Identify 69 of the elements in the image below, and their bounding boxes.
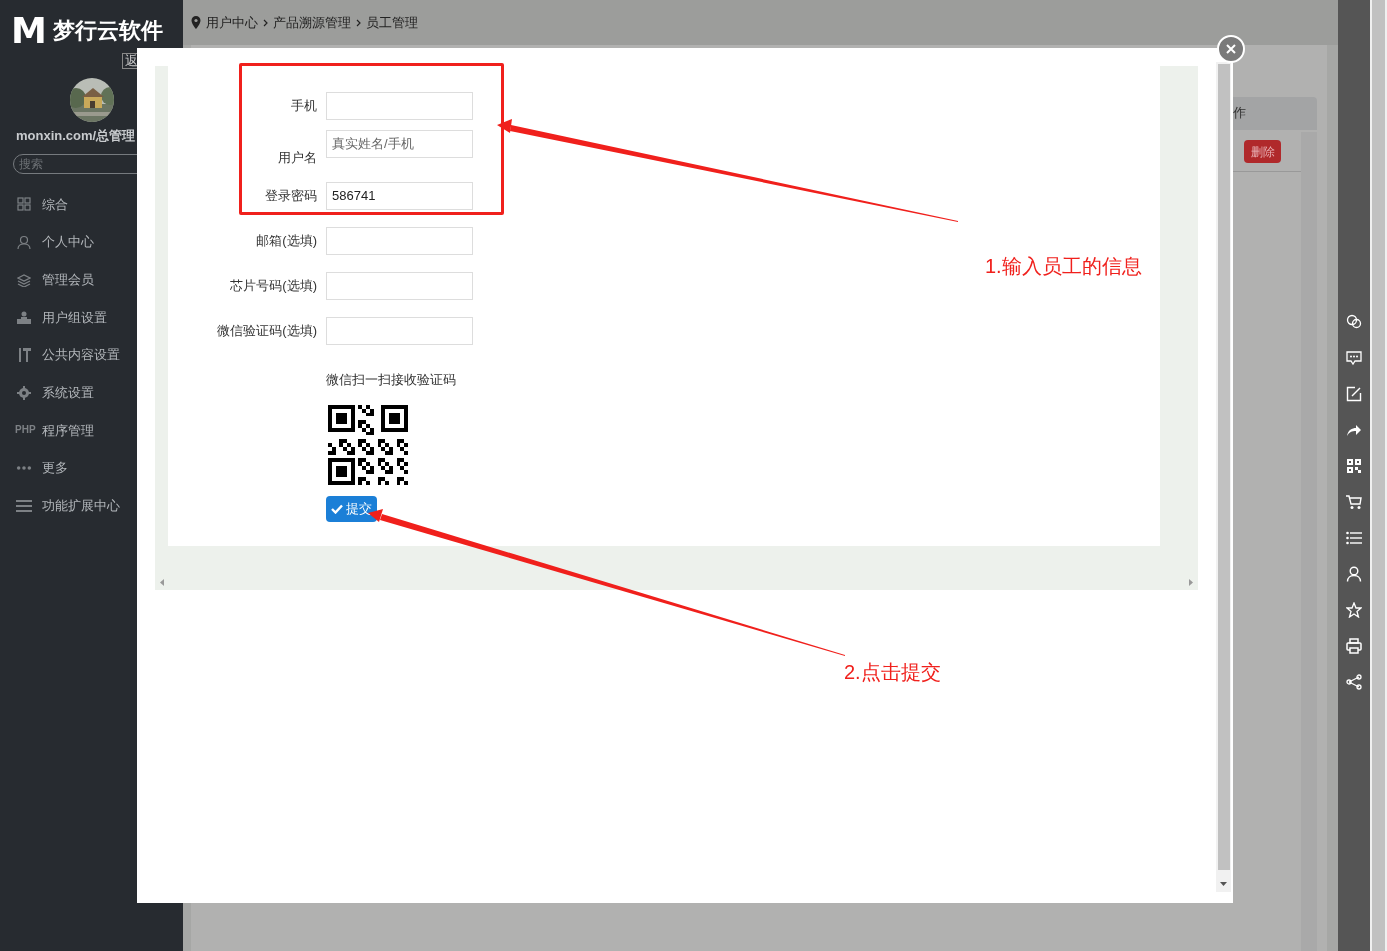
sidebar-label: 综合 <box>42 195 68 214</box>
scrollbar-thumb[interactable] <box>1217 64 1230 870</box>
input-field[interactable] <box>326 271 473 300</box>
layers-icon <box>17 272 31 287</box>
sidebar-item[interactable]: 管理会员 <box>0 260 183 299</box>
gear-icon <box>17 385 31 400</box>
sidebar-item[interactable]: 更多 <box>0 449 183 487</box>
edit-icon[interactable] <box>1346 386 1362 402</box>
grid-icon <box>17 197 31 212</box>
sidebar-label: 更多 <box>42 459 68 478</box>
input-field[interactable] <box>326 91 473 120</box>
sidebar-label: 系统设置 <box>42 384 94 403</box>
input-field[interactable]: 真实姓名/手机 <box>326 129 473 158</box>
cart-icon[interactable] <box>1346 494 1362 510</box>
location-pin-icon <box>191 16 201 29</box>
sidebar-item[interactable]: 系统设置 <box>0 373 183 412</box>
column-header: 作 <box>1233 104 1246 122</box>
user-name: monxin.com/总管理 <box>16 127 137 145</box>
check-icon <box>331 503 343 514</box>
input-field[interactable] <box>326 316 473 345</box>
chevron-icon <box>263 18 268 27</box>
right-arrow-icon <box>1189 579 1193 586</box>
chat-icon[interactable] <box>1346 314 1362 330</box>
brand-name: 梦行云软件 <box>52 18 163 44</box>
dots-icon <box>16 465 32 472</box>
qr-caption: 微信扫一扫接收验证码 <box>326 371 457 389</box>
user-icon <box>17 235 31 250</box>
annotation: 2.点击提交 <box>844 660 941 685</box>
logo: M <box>11 14 47 48</box>
user-icon[interactable] <box>1346 566 1362 582</box>
sidebar-item[interactable]: 个人中心 <box>0 223 183 261</box>
submit-button[interactable]: 提交 <box>326 495 377 522</box>
sidebar-label: 功能扩展中心 <box>42 497 120 516</box>
sidebar-label: 程序管理 <box>42 421 94 440</box>
breadcrumb-link[interactable]: 产品溯源管理 <box>273 12 351 33</box>
breadcrumb-link[interactable]: 用户中心 <box>206 12 258 33</box>
share-icon[interactable] <box>1346 422 1362 438</box>
close-icon <box>1226 44 1236 54</box>
field-label: 用户名 <box>277 148 317 167</box>
sidebar-label: 个人中心 <box>42 233 94 252</box>
print-icon[interactable] <box>1346 638 1362 654</box>
sidebar-item[interactable]: 用户组设置 <box>0 298 183 337</box>
sidebar-item[interactable]: 综合 <box>0 185 183 224</box>
input-field[interactable]: 586741 <box>326 181 473 210</box>
down-arrow-icon <box>1220 882 1227 886</box>
group-icon <box>17 310 31 325</box>
sidebar-label: 用户组设置 <box>42 308 107 327</box>
field-label: 手机 <box>290 96 317 115</box>
qr-code-icon[interactable] <box>1346 458 1362 474</box>
share-nodes-icon[interactable] <box>1346 674 1362 690</box>
menu-icon <box>16 499 32 512</box>
star-icon[interactable] <box>1346 602 1362 618</box>
left-arrow-icon <box>160 579 164 586</box>
field-label: 登录密码 <box>264 186 317 205</box>
delete-button[interactable]: 删除 <box>1244 140 1281 163</box>
list-icon[interactable] <box>1346 530 1362 546</box>
field-label: 邮箱(选填) <box>255 231 317 250</box>
sidebar-item[interactable]: 公共内容设置 <box>0 336 183 374</box>
field-label: 芯片号码(选填) <box>229 276 317 295</box>
comment-icon[interactable] <box>1346 350 1362 366</box>
breadcrumb-link[interactable]: 员工管理 <box>366 12 418 33</box>
tools-icon <box>17 348 31 363</box>
annotation: 1.输入员工的信息 <box>985 254 1142 279</box>
field-label: 微信验证码(选填) <box>216 321 317 340</box>
sidebar-item[interactable]: 功能扩展中心 <box>0 487 183 525</box>
sidebar-label: 管理会员 <box>42 270 94 289</box>
sidebar-label: 公共内容设置 <box>42 346 120 365</box>
chevron-icon <box>356 18 361 27</box>
input-field[interactable] <box>326 226 473 255</box>
